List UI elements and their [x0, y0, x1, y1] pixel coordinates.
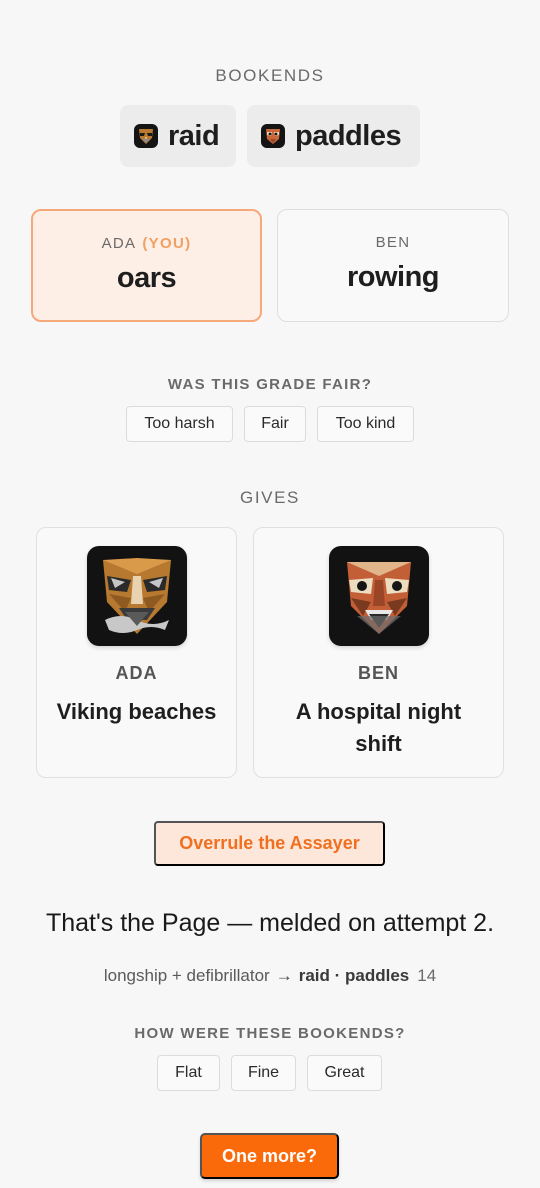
fair-button[interactable]: Fair — [244, 406, 306, 442]
arrow-right-icon: → — [275, 966, 293, 985]
result-headline: That's the Page — melded on attempt 2. — [45, 909, 495, 937]
bookend-word: paddles — [295, 119, 402, 152]
you-tag: (YOU) — [142, 235, 192, 252]
hospital-mask-icon — [328, 546, 429, 646]
player-name: ADA — [101, 235, 137, 252]
player-word: oars — [116, 262, 177, 294]
bookend-chip-raid: raid — [120, 105, 236, 167]
gives-card-ben: BEN A hospital night shift — [253, 527, 504, 778]
bookend-word: raid — [168, 119, 220, 152]
viking-mask-icon — [86, 546, 187, 646]
player-card-other: BEN rowing — [277, 209, 509, 322]
too-harsh-button[interactable]: Too harsh — [126, 406, 233, 442]
grade-fair-label: WAS THIS GRADE FAIR? — [167, 376, 373, 393]
player-name: BEN — [375, 234, 411, 251]
mask-icon — [134, 124, 158, 148]
great-button[interactable]: Great — [307, 1055, 382, 1091]
gives-text: Viking beaches — [56, 699, 217, 724]
bookend-chip-paddles: paddles — [247, 105, 420, 167]
gives-text: A hospital night shift — [295, 699, 462, 756]
overrule-button[interactable]: Overrule the Assayer — [154, 821, 385, 866]
fine-button[interactable]: Fine — [231, 1055, 296, 1091]
result-pair-line: longship + defibrillator → raid · paddles 1… — [0, 966, 540, 986]
too-kind-button[interactable]: Too kind — [317, 406, 414, 442]
flat-button[interactable]: Flat — [157, 1055, 220, 1091]
gives-player-name: ADA — [115, 663, 158, 683]
bookends-label: BOOKENDS — [215, 66, 325, 85]
source-words: longship + defibrillator — [103, 966, 270, 985]
bookend-rating-label: HOW WERE THESE BOOKENDS? — [134, 1025, 406, 1042]
mask-icon — [261, 124, 285, 148]
gives-card-ada: ADA Viking beaches — [36, 527, 237, 778]
gives-player-name: BEN — [357, 663, 399, 683]
player-word: rowing — [346, 261, 440, 293]
gives-label: GIVES — [240, 488, 300, 507]
one-more-button[interactable]: One more? — [200, 1133, 339, 1179]
player-card-you: ADA (YOU) oars — [31, 209, 262, 322]
player-name-line: ADA (YOU) — [33, 235, 260, 252]
target-words: raid · paddles — [298, 966, 410, 985]
score: 14 — [417, 966, 437, 985]
